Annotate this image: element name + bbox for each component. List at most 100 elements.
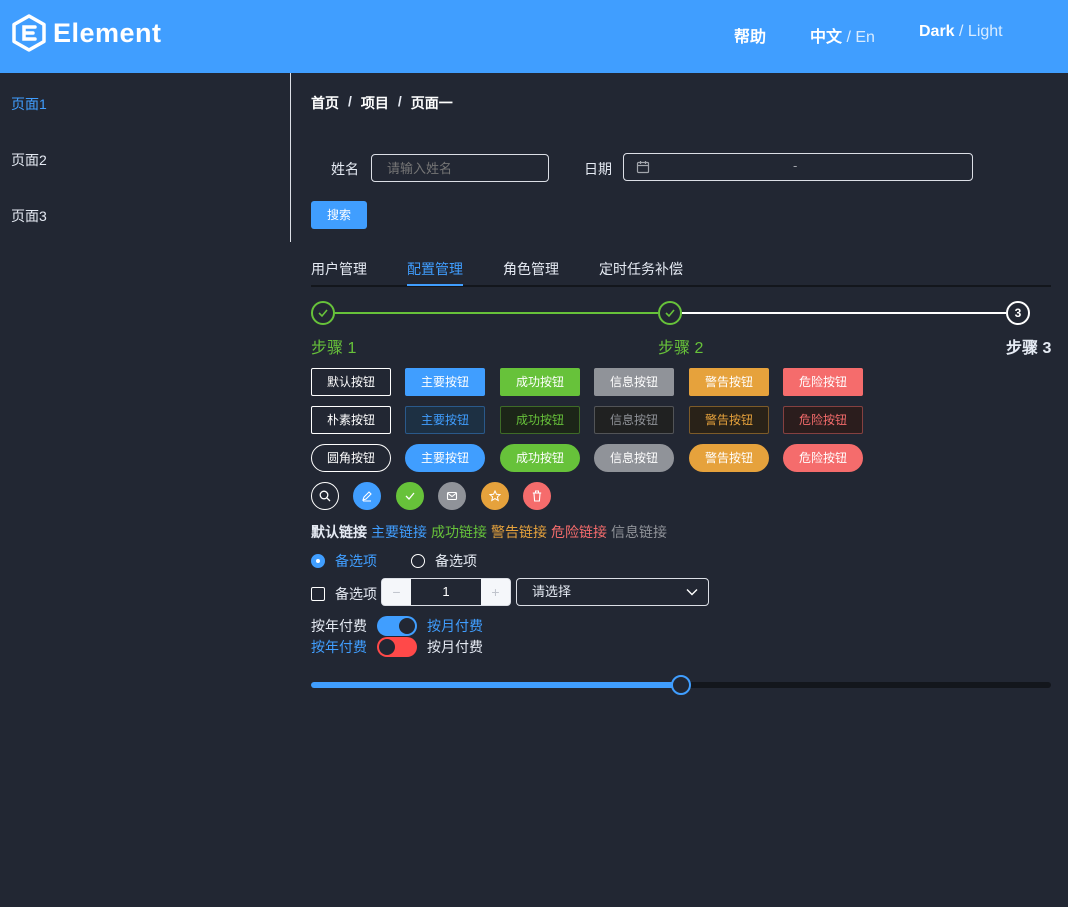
- round-button[interactable]: 圆角按钮: [311, 444, 391, 472]
- search-icon: [319, 490, 331, 502]
- step-1-title: 步骤 1: [311, 340, 357, 357]
- breadcrumb-item-home[interactable]: 首页: [311, 93, 339, 113]
- round-primary-button[interactable]: 主要按钮: [405, 444, 485, 472]
- circle-edit-button[interactable]: [353, 482, 381, 510]
- breadcrumb-separator: /: [348, 93, 352, 109]
- slider-handle[interactable]: [671, 675, 691, 695]
- date-range-separator: -: [793, 158, 798, 173]
- billing-switch-row-2: 按年付费 按月付费: [311, 637, 483, 657]
- circle-delete-button[interactable]: [523, 482, 551, 510]
- top-header: Element 帮助 中文 / En Dark / Light: [0, 0, 1068, 73]
- search-button[interactable]: 搜索: [311, 201, 367, 229]
- breadcrumb-item-project[interactable]: 项目: [361, 93, 389, 113]
- plain-button[interactable]: 朴素按钮: [311, 406, 391, 434]
- billing-toggle-on[interactable]: [377, 616, 417, 636]
- radio-label: 备选项: [435, 553, 477, 569]
- stepper-increase-button[interactable]: +: [481, 579, 510, 605]
- theme-active: Dark: [919, 23, 955, 40]
- billing-switch-row-1: 按年付费 按月付费: [311, 616, 483, 636]
- plain-danger-button[interactable]: 危险按钮: [783, 406, 863, 434]
- primary-button[interactable]: 主要按钮: [405, 368, 485, 396]
- sidebar-item-page2[interactable]: 页面2: [11, 150, 47, 170]
- tab-scheduled-task[interactable]: 定时任务补偿: [599, 259, 683, 279]
- switch-left-label: 按年付费: [311, 618, 367, 634]
- breadcrumb-separator: /: [397, 93, 402, 109]
- name-input[interactable]: [371, 154, 549, 182]
- breadcrumb-item-page: 页面一: [410, 95, 453, 111]
- switch-knob: [399, 618, 415, 634]
- theme-other: Light: [967, 23, 1003, 40]
- language-switch[interactable]: 中文 / En: [810, 23, 875, 47]
- tab-config-management[interactable]: 配置管理: [407, 259, 463, 279]
- info-link[interactable]: 信息链接: [611, 522, 667, 542]
- date-range-picker[interactable]: -: [623, 153, 973, 181]
- sidebar-item-page1[interactable]: 页面1: [11, 94, 47, 114]
- select-dropdown[interactable]: 请选择: [516, 578, 709, 606]
- round-danger-button[interactable]: 危险按钮: [783, 444, 863, 472]
- danger-link[interactable]: 危险链接: [551, 522, 607, 542]
- sidebar: 页面1 页面2 页面3: [0, 73, 291, 242]
- theme-switch[interactable]: Dark / Light: [919, 23, 1003, 41]
- select-placeholder: 请选择: [532, 584, 572, 599]
- plain-warning-button[interactable]: 警告按钮: [689, 406, 769, 434]
- success-button[interactable]: 成功按钮: [500, 368, 580, 396]
- checkbox-box: [311, 587, 325, 601]
- round-warning-button[interactable]: 警告按钮: [689, 444, 769, 472]
- lang-other: En: [855, 29, 875, 46]
- date-label: 日期: [584, 161, 612, 177]
- radio-option-2[interactable]: 备选项: [411, 551, 477, 571]
- element-logo-icon: [12, 14, 46, 52]
- slider[interactable]: [311, 675, 1051, 695]
- lang-sep: /: [842, 29, 856, 46]
- checkbox-label: 备选项: [335, 586, 377, 602]
- delete-icon: [532, 490, 542, 502]
- tab-role-management[interactable]: 角色管理: [503, 259, 559, 279]
- help-link[interactable]: 帮助: [734, 23, 766, 47]
- step-2-title: 步骤 2: [658, 340, 704, 357]
- message-icon: [446, 491, 458, 501]
- step-3-title: 步骤 3: [1006, 340, 1052, 357]
- tab-active-indicator: [407, 284, 463, 286]
- warning-button[interactable]: 警告按钮: [689, 368, 769, 396]
- radio-checked-indicator: [311, 554, 325, 568]
- plain-info-button[interactable]: 信息按钮: [594, 406, 674, 434]
- plain-success-button[interactable]: 成功按钮: [500, 406, 580, 434]
- default-link[interactable]: 默认链接: [311, 522, 367, 542]
- quantity-stepper[interactable]: − 1 +: [381, 578, 511, 606]
- danger-button[interactable]: 危险按钮: [783, 368, 863, 396]
- lang-active: 中文: [810, 29, 843, 46]
- slider-fill: [311, 682, 681, 688]
- circle-star-button[interactable]: [481, 482, 509, 510]
- round-info-button[interactable]: 信息按钮: [594, 444, 674, 472]
- stepper-decrease-button[interactable]: −: [382, 579, 411, 605]
- step-3-number: 3: [1006, 301, 1030, 325]
- switch-right-label: 按月付费: [427, 618, 483, 634]
- theme-sep: /: [954, 23, 968, 40]
- radio-unchecked-indicator: [411, 554, 425, 568]
- radio-option-1[interactable]: 备选项: [311, 551, 377, 571]
- circle-search-button[interactable]: [311, 482, 339, 510]
- logo[interactable]: Element: [11, 14, 162, 52]
- circle-message-button[interactable]: [438, 482, 466, 510]
- step-2-check-icon: [658, 301, 682, 325]
- star-icon: [489, 490, 501, 502]
- success-link[interactable]: 成功链接: [431, 522, 487, 542]
- plain-primary-button[interactable]: 主要按钮: [405, 406, 485, 434]
- stepper-value[interactable]: 1: [411, 579, 481, 605]
- default-button[interactable]: 默认按钮: [311, 368, 391, 396]
- links-row: 默认链接 主要链接 成功链接 警告链接 危险链接 信息链接: [311, 522, 671, 542]
- billing-toggle-off[interactable]: [377, 637, 417, 657]
- primary-link[interactable]: 主要链接: [371, 522, 427, 542]
- info-button[interactable]: 信息按钮: [594, 368, 674, 396]
- warning-link[interactable]: 警告链接: [491, 522, 547, 542]
- check-icon: [405, 492, 415, 500]
- sidebar-item-page3[interactable]: 页面3: [11, 206, 47, 226]
- step-line-1: [335, 312, 658, 314]
- round-success-button[interactable]: 成功按钮: [500, 444, 580, 472]
- tabs: 用户管理 配置管理 角色管理 定时任务补偿: [311, 259, 1051, 287]
- checkbox-option[interactable]: 备选项: [311, 584, 377, 604]
- calendar-icon: [636, 161, 650, 174]
- circle-check-button[interactable]: [396, 482, 424, 510]
- tab-user-management[interactable]: 用户管理: [311, 259, 367, 279]
- logo-text: Element: [53, 17, 162, 48]
